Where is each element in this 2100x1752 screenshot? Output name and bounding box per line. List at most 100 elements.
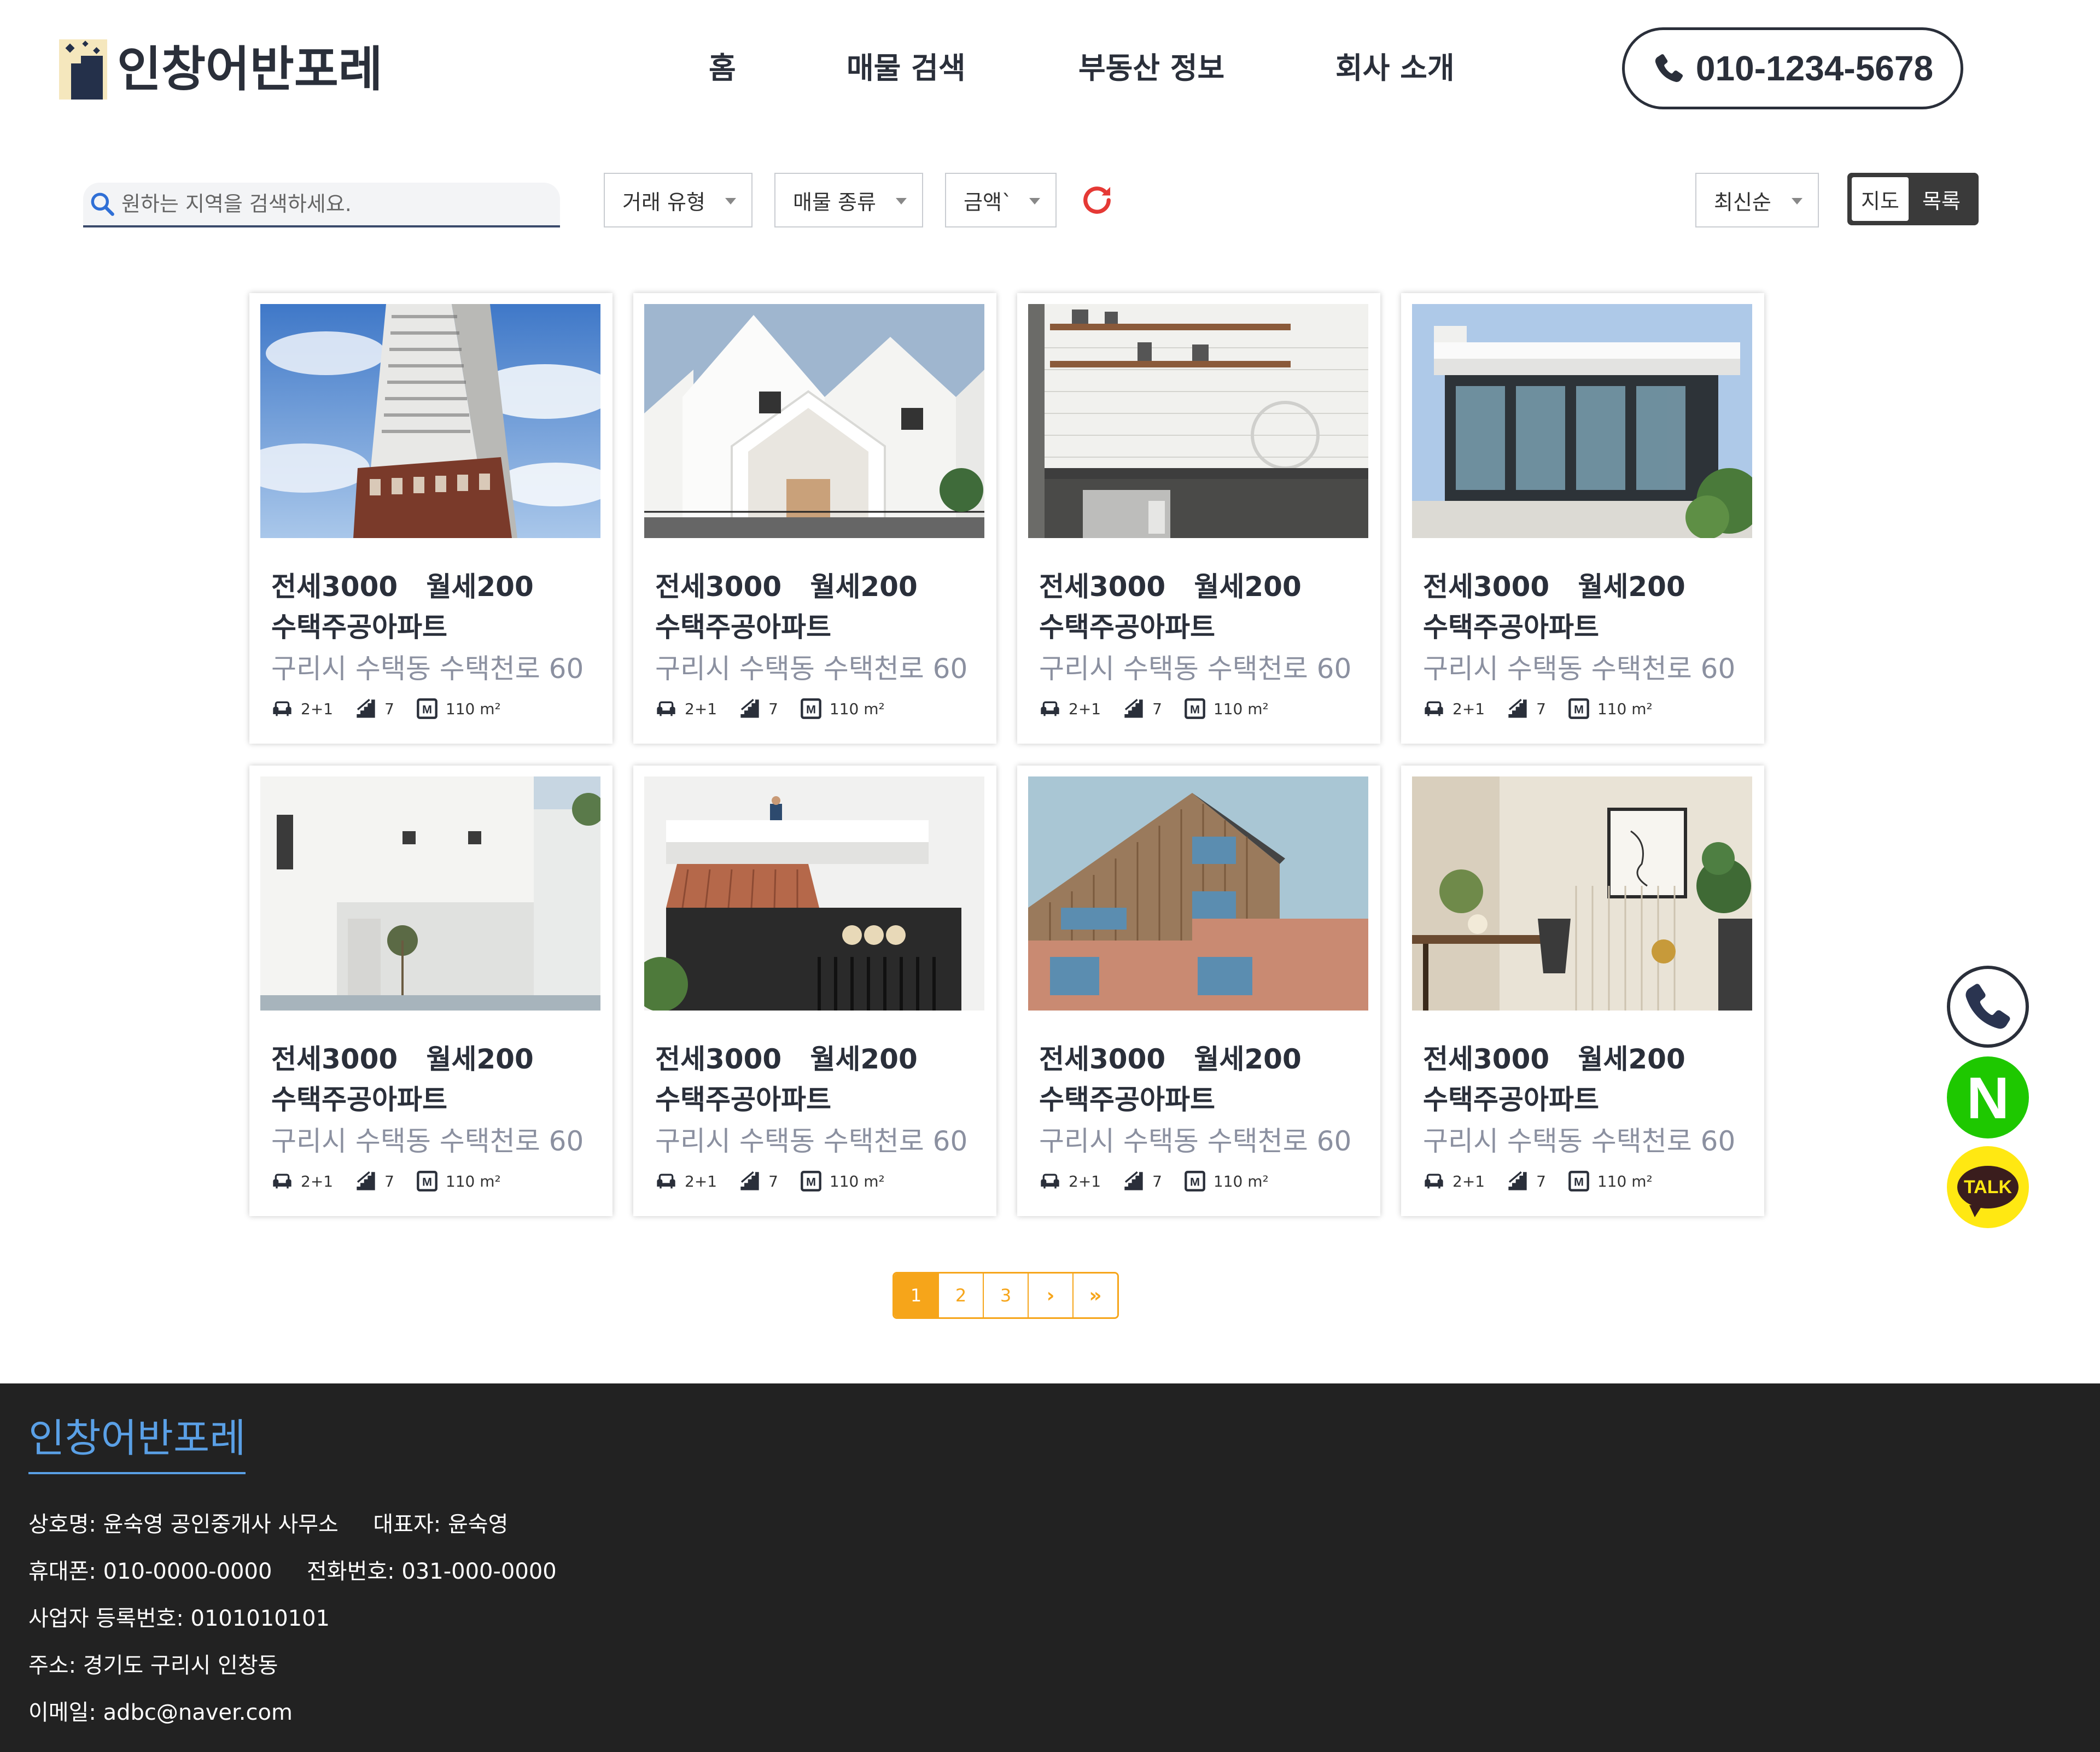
area-icon: M bbox=[416, 698, 438, 720]
stairs-icon bbox=[355, 1170, 377, 1192]
nav-property-search[interactable]: 매물 검색 bbox=[847, 49, 966, 87]
refresh-icon[interactable] bbox=[1078, 182, 1116, 219]
listing-specs: 2+1 7 M 110 m² bbox=[1039, 1170, 1291, 1192]
listing-address: 구리시 수택동 수택천로 60 bbox=[271, 1125, 584, 1157]
search-input[interactable] bbox=[116, 191, 549, 217]
property-photo[interactable] bbox=[260, 776, 600, 1011]
area-value: 110 m² bbox=[829, 699, 885, 718]
property-photo[interactable] bbox=[644, 304, 984, 538]
property-photo[interactable] bbox=[1028, 776, 1368, 1011]
sort-select[interactable]: 최신순 bbox=[1695, 173, 1819, 227]
area-value: 110 m² bbox=[1597, 1172, 1653, 1190]
stairs-icon bbox=[1507, 698, 1529, 720]
area-value: 110 m² bbox=[1597, 699, 1653, 718]
pagination: 1 2 3 › » bbox=[892, 1272, 1119, 1319]
svg-text:M: M bbox=[806, 1175, 816, 1188]
listing-specs: 2+1 7 M 110 m² bbox=[1423, 698, 1675, 720]
stairs-icon bbox=[739, 698, 761, 720]
listing-price: 전세3000 월세200 bbox=[271, 1043, 534, 1075]
listing-card[interactable]: 전세3000 월세200 수택주공아파트 구리시 수택동 수택천로 60 2+1 7 M 1… bbox=[1401, 766, 1764, 1216]
listing-card[interactable]: 전세3000 월세200 수택주공아파트 구리시 수택동 수택천로 60 2+1 7 M 1… bbox=[249, 766, 612, 1216]
listing-name: 수택주공아파트 bbox=[655, 611, 831, 643]
sort-label: 최신순 bbox=[1714, 190, 1771, 214]
area-icon: M bbox=[1184, 1170, 1206, 1192]
floor-value: 7 bbox=[1152, 699, 1162, 718]
listing-card[interactable]: 전세3000 월세200 수택주공아파트 구리시 수택동 수택천로 60 2+1 7 M 1… bbox=[249, 293, 612, 744]
listing-price: 전세3000 월세200 bbox=[1039, 1043, 1302, 1075]
listing-address: 구리시 수택동 수택천로 60 bbox=[655, 1125, 968, 1157]
property-photo[interactable] bbox=[1412, 304, 1752, 538]
nav-about-company[interactable]: 회사 소개 bbox=[1335, 49, 1455, 87]
property-photo[interactable] bbox=[1412, 776, 1752, 1011]
next-page-button[interactable]: › bbox=[1029, 1274, 1074, 1317]
sofa-icon bbox=[1423, 698, 1445, 720]
floor-value: 7 bbox=[1536, 1172, 1546, 1190]
listing-name: 수택주공아파트 bbox=[271, 611, 447, 643]
footer-title: 인창어반포레 bbox=[28, 1412, 246, 1474]
property-photo[interactable] bbox=[260, 304, 600, 538]
rooms-value: 2+1 bbox=[1069, 1172, 1101, 1190]
svg-text:M: M bbox=[1574, 702, 1584, 716]
nav-real-estate-info[interactable]: 부동산 정보 bbox=[1078, 49, 1224, 87]
logo-icon[interactable] bbox=[59, 39, 107, 100]
rooms-value: 2+1 bbox=[685, 1172, 718, 1190]
map-view-button[interactable]: 지도 bbox=[1852, 177, 1909, 221]
sofa-icon bbox=[271, 698, 293, 720]
area-icon: M bbox=[416, 1170, 438, 1192]
listing-specs: 2+1 7 M 110 m² bbox=[271, 1170, 523, 1192]
svg-text:M: M bbox=[1574, 1175, 1584, 1188]
view-toggle[interactable]: 지도 목록 bbox=[1847, 173, 1979, 225]
listing-card[interactable]: 전세3000 월세200 수택주공아파트 구리시 수택동 수택천로 60 2+1 7 M 1… bbox=[1401, 293, 1764, 744]
footer-registration-number: 사업자 등록번호: 0101010101 bbox=[28, 1606, 330, 1631]
footer-business-info: 상호명: 윤숙영 공인중개사 사무소 대표자: 윤숙영 bbox=[28, 1512, 509, 1537]
chevron-down-icon bbox=[896, 198, 907, 205]
nav-home[interactable]: 홈 bbox=[709, 49, 736, 87]
listing-card[interactable]: 전세3000 월세200 수택주공아파트 구리시 수택동 수택천로 60 2+1 7 M 1… bbox=[1017, 766, 1380, 1216]
price-label: 금액` bbox=[964, 190, 1012, 214]
sofa-icon bbox=[655, 698, 677, 720]
listing-price: 전세3000 월세200 bbox=[1039, 571, 1302, 603]
floating-call-button[interactable] bbox=[1947, 966, 2029, 1048]
search-icon[interactable] bbox=[89, 190, 116, 218]
listing-card[interactable]: 전세3000 월세200 수택주공아파트 구리시 수택동 수택천로 60 2+1 7 M 1… bbox=[633, 766, 996, 1216]
property-photo[interactable] bbox=[1028, 304, 1368, 538]
page-2-button[interactable]: 2 bbox=[939, 1274, 984, 1317]
kakao-talk-button[interactable]: TALK bbox=[1947, 1146, 2029, 1228]
listing-specs: 2+1 7 M 110 m² bbox=[271, 698, 523, 720]
rooms-value: 2+1 bbox=[301, 1172, 334, 1190]
list-view-button[interactable]: 목록 bbox=[1909, 177, 1974, 221]
area-value: 110 m² bbox=[1213, 1172, 1269, 1190]
listing-name: 수택주공아파트 bbox=[1423, 1084, 1599, 1116]
listing-price: 전세3000 월세200 bbox=[271, 571, 534, 603]
listing-price: 전세3000 월세200 bbox=[1423, 1043, 1685, 1075]
svg-text:M: M bbox=[422, 1175, 432, 1188]
floor-value: 7 bbox=[384, 1172, 394, 1190]
deal-type-select[interactable]: 거래 유형 bbox=[604, 173, 752, 227]
footer-email: 이메일: adbc@naver.com bbox=[28, 1700, 293, 1725]
price-select[interactable]: 금액` bbox=[945, 173, 1057, 227]
listing-address: 구리시 수택동 수택천로 60 bbox=[1039, 1125, 1352, 1157]
deal-type-label: 거래 유형 bbox=[622, 190, 705, 214]
page-3-button[interactable]: 3 bbox=[984, 1274, 1029, 1317]
logo-text[interactable]: 인창어반포레 bbox=[117, 39, 383, 100]
sofa-icon bbox=[655, 1170, 677, 1192]
kakao-talk-icon: TALK bbox=[1957, 1166, 2019, 1217]
naver-button[interactable]: N bbox=[1947, 1056, 2029, 1138]
listing-specs: 2+1 7 M 110 m² bbox=[655, 698, 907, 720]
area-value: 110 m² bbox=[829, 1172, 885, 1190]
phone-call-button[interactable]: 010-1234-5678 bbox=[1622, 27, 1963, 109]
listing-card[interactable]: 전세3000 월세200 수택주공아파트 구리시 수택동 수택천로 60 2+1 7 M 1… bbox=[1017, 293, 1380, 744]
listing-specs: 2+1 7 M 110 m² bbox=[1039, 698, 1291, 720]
listing-card[interactable]: 전세3000 월세200 수택주공아파트 구리시 수택동 수택천로 60 2+1 7 M 1… bbox=[633, 293, 996, 744]
area-icon: M bbox=[1568, 698, 1590, 720]
property-type-select[interactable]: 매물 종류 bbox=[774, 173, 923, 227]
property-photo[interactable] bbox=[644, 776, 984, 1011]
chevron-down-icon bbox=[725, 198, 736, 205]
footer-address: 주소: 경기도 구리시 인창동 bbox=[28, 1653, 278, 1678]
page-1-button[interactable]: 1 bbox=[894, 1274, 939, 1317]
last-page-button[interactable]: » bbox=[1074, 1274, 1117, 1317]
region-search-bar[interactable] bbox=[83, 183, 560, 227]
rooms-value: 2+1 bbox=[685, 699, 718, 718]
svg-text:M: M bbox=[1190, 1175, 1200, 1188]
rooms-value: 2+1 bbox=[1452, 1172, 1485, 1190]
